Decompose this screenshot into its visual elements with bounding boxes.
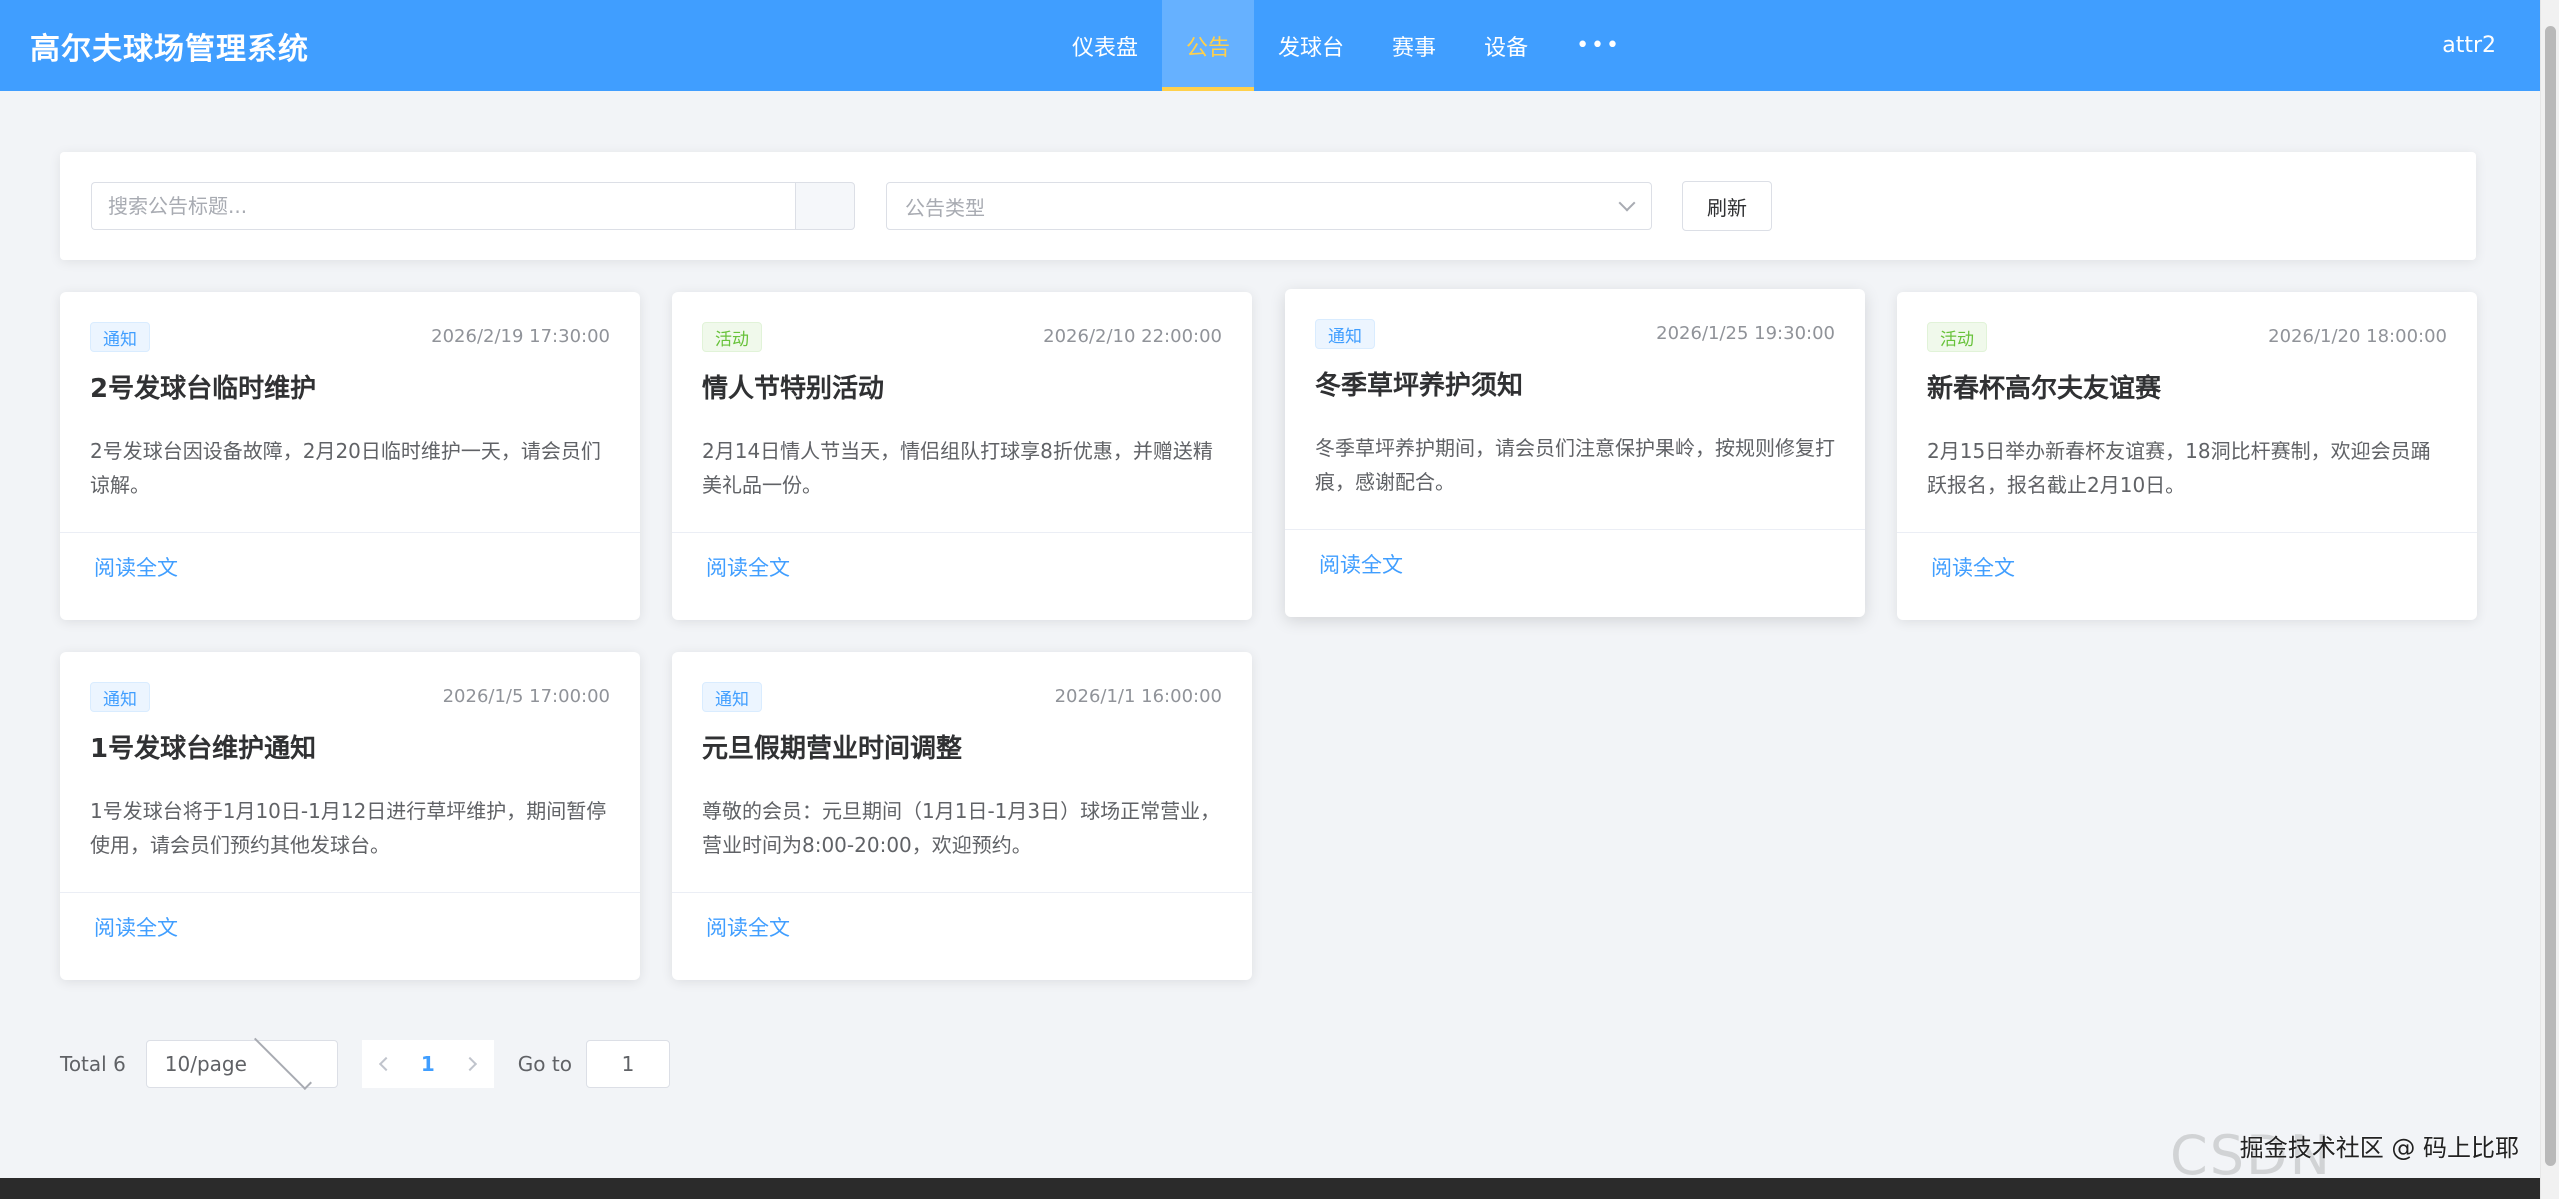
category-tag: 通知 bbox=[1315, 319, 1375, 349]
publish-date: 2026/1/20 18:00:00 bbox=[2268, 326, 2447, 347]
category-tag: 通知 bbox=[90, 682, 150, 712]
page-size-select[interactable]: 10/page bbox=[145, 1032, 338, 1090]
card-title: 新春杯高尔夫友谊赛 bbox=[1927, 374, 2162, 404]
search-icon bbox=[816, 197, 831, 212]
search-input[interactable] bbox=[91, 182, 795, 230]
read-more-link[interactable]: 阅读全文 bbox=[94, 912, 178, 942]
nav-item-announcements[interactable]: 公告 bbox=[1162, 0, 1255, 91]
announcement-card: 通知 2026/1/25 19:30:00 冬季草坪养护须知 冬季草坪养护期间，… bbox=[1285, 289, 1865, 617]
goto-label: Go to bbox=[517, 1052, 572, 1076]
publish-date: 2026/2/19 17:30:00 bbox=[431, 326, 610, 347]
nav-item-events[interactable]: 赛事 bbox=[1368, 0, 1460, 91]
card-summary: 2月15日举办新春杯友谊赛，18洞比杆赛制，欢迎会员踊跃报名，报名截止2月10日… bbox=[1927, 439, 2431, 497]
card-summary: 尊敬的会员：元旦期间（1月1日-1月3日）球场正常营业，营业时间为8:00-20… bbox=[702, 799, 1221, 857]
card-summary: 1号发球台将于1月10日-1月12日进行草坪维护，期间暂停使用，请会员们预约其他… bbox=[90, 799, 607, 857]
user-menu[interactable]: attr2 bbox=[2442, 0, 2496, 91]
search-group bbox=[91, 182, 855, 230]
read-more-link[interactable]: 阅读全文 bbox=[706, 552, 790, 582]
filter-bar: 公告类型 刷新 bbox=[60, 152, 2476, 260]
taskbar-strip bbox=[0, 1178, 2540, 1199]
publish-date: 2026/2/10 22:00:00 bbox=[1043, 326, 1222, 347]
vertical-scrollbar[interactable] bbox=[2540, 0, 2559, 1199]
nav-item-equipment[interactable]: 设备 bbox=[1460, 0, 1552, 91]
card-divider bbox=[1285, 529, 1865, 530]
card-divider bbox=[672, 892, 1252, 893]
next-page-button[interactable] bbox=[449, 1040, 494, 1088]
card-divider bbox=[60, 892, 640, 893]
app-title: 高尔夫球场管理系统 bbox=[30, 31, 309, 67]
read-more-link[interactable]: 阅读全文 bbox=[94, 552, 178, 582]
watermark: 掘金技术社区 @ 码上比耶 bbox=[2239, 1134, 2519, 1162]
publish-date: 2026/1/25 19:30:00 bbox=[1656, 323, 1835, 344]
chevron-right-icon bbox=[462, 1056, 477, 1072]
card-title: 1号发球台维护通知 bbox=[90, 734, 317, 764]
category-tag: 通知 bbox=[702, 682, 762, 712]
nav-item-dashboard[interactable]: 仪表盘 bbox=[1048, 0, 1162, 91]
goto-page-input[interactable] bbox=[585, 1040, 670, 1088]
publish-date: 2026/1/5 17:00:00 bbox=[442, 686, 610, 707]
card-title: 2号发球台临时维护 bbox=[90, 374, 317, 404]
card-divider bbox=[60, 532, 640, 533]
card-divider bbox=[1897, 532, 2477, 533]
card-summary: 2月14日情人节当天，情侣组队打球享8折优惠，并赠送精美礼品一份。 bbox=[702, 439, 1213, 497]
chevron-down-icon bbox=[1618, 194, 1636, 212]
nav-more-icon[interactable]: ••• bbox=[1552, 0, 1645, 91]
scrollbar-thumb[interactable] bbox=[2545, 26, 2556, 1166]
main-nav: 仪表盘 公告 发球台 赛事 设备 ••• bbox=[1048, 0, 1645, 91]
chevron-left-icon bbox=[378, 1056, 393, 1072]
card-title: 冬季草坪养护须知 bbox=[1315, 371, 1524, 401]
announcement-type-select[interactable]: 公告类型 bbox=[886, 182, 1652, 230]
card-divider bbox=[672, 532, 1252, 533]
chevron-down-icon bbox=[253, 1032, 312, 1090]
card-title: 情人节特别活动 bbox=[702, 374, 885, 404]
announcement-card: 活动 2026/2/10 22:00:00 情人节特别活动 2月14日情人节当天… bbox=[672, 292, 1252, 620]
page-number-current[interactable]: 1 bbox=[405, 1040, 450, 1088]
type-select-placeholder: 公告类型 bbox=[905, 195, 985, 220]
category-tag: 活动 bbox=[702, 322, 762, 352]
nav-item-tee[interactable]: 发球台 bbox=[1254, 0, 1368, 91]
publish-date: 2026/1/1 16:00:00 bbox=[1054, 686, 1222, 707]
page-size-value: 10/page bbox=[164, 1052, 247, 1076]
announcement-card: 活动 2026/1/20 18:00:00 新春杯高尔夫友谊赛 2月15日举办新… bbox=[1897, 292, 2477, 620]
total-count: Total 6 bbox=[60, 1052, 126, 1076]
card-title: 元旦假期营业时间调整 bbox=[702, 734, 963, 764]
announcement-card: 通知 2026/1/5 17:00:00 1号发球台维护通知 1号发球台将于1月… bbox=[60, 652, 640, 980]
prev-page-button[interactable] bbox=[361, 1040, 406, 1088]
read-more-link[interactable]: 阅读全文 bbox=[1931, 552, 2015, 582]
search-button[interactable] bbox=[795, 182, 855, 230]
pagination: Total 6 10/page 1 Go to bbox=[60, 1032, 670, 1090]
top-header: 高尔夫球场管理系统 仪表盘 公告 发球台 赛事 设备 ••• attr2 bbox=[0, 0, 2540, 91]
card-summary: 2号发球台因设备故障，2月20日临时维护一天，请会员们谅解。 bbox=[90, 439, 601, 497]
announcement-card: 通知 2026/1/1 16:00:00 元旦假期营业时间调整 尊敬的会员：元旦… bbox=[672, 652, 1252, 980]
announcement-card: 通知 2026/2/19 17:30:00 2号发球台临时维护 2号发球台因设备… bbox=[60, 292, 640, 620]
read-more-link[interactable]: 阅读全文 bbox=[706, 912, 790, 942]
card-summary: 冬季草坪养护期间，请会员们注意保护果岭，按规则修复打痕，感谢配合。 bbox=[1315, 436, 1835, 494]
category-tag: 通知 bbox=[90, 322, 150, 352]
read-more-link[interactable]: 阅读全文 bbox=[1319, 549, 1403, 579]
category-tag: 活动 bbox=[1927, 322, 1987, 352]
refresh-button[interactable]: 刷新 bbox=[1682, 181, 1772, 231]
